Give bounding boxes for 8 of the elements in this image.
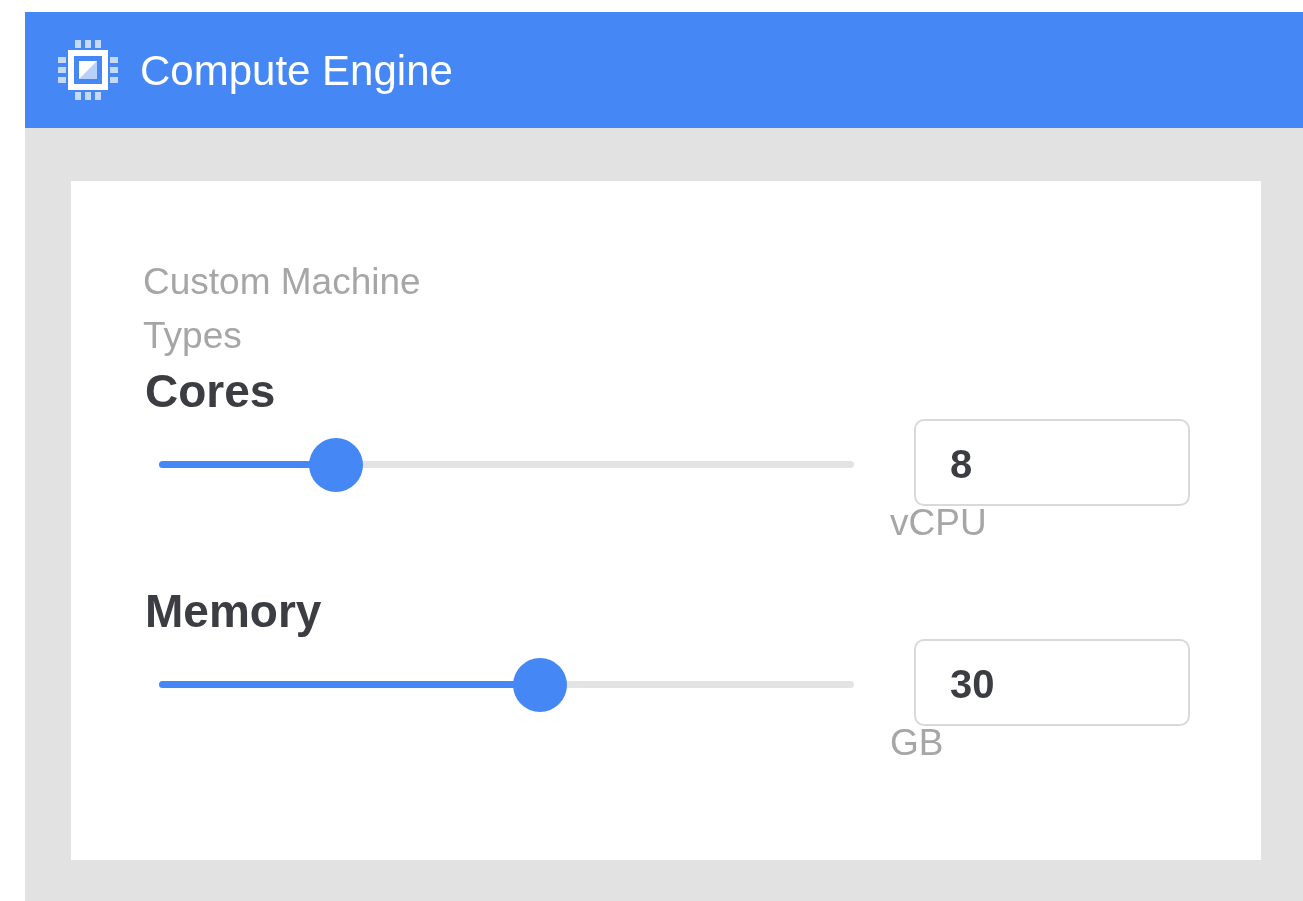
value-field[interactable]: 30 xyxy=(914,639,1190,726)
value-field[interactable]: 8 xyxy=(914,419,1190,506)
slider-label: Memory xyxy=(145,584,323,639)
chip-icon xyxy=(58,40,118,100)
app-title: Compute Engine xyxy=(140,45,453,96)
slider-thumb[interactable] xyxy=(512,658,567,712)
slider-label: Cores xyxy=(145,364,277,419)
card-title: Custom Machine Types xyxy=(143,260,422,358)
